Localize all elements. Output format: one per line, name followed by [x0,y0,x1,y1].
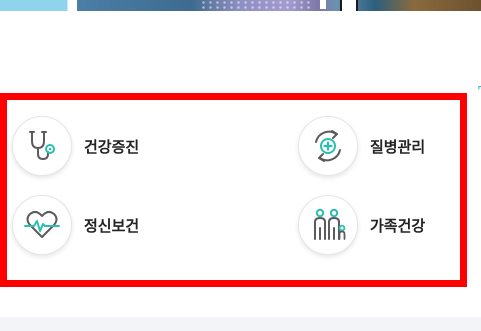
banner-shape [320,0,326,9]
disease-care-icon [298,116,358,176]
family-icon [298,195,358,255]
top-banner-image [0,0,481,11]
service-label: 정신보건 [84,216,140,235]
footer-band [0,317,481,331]
service-menu-panel: 건강증진 질병관리 정신보건 가족건강 [0,93,467,287]
banner-shape [340,0,358,11]
service-label: 건강증진 [84,137,140,156]
service-item-disease-management[interactable]: 질병관리 [298,116,425,176]
service-item-health-promotion[interactable]: 건강증진 [12,116,139,176]
heart-pulse-icon [12,195,72,255]
service-item-family-health[interactable]: 가족건강 [298,195,425,255]
service-label: 질병관리 [370,137,426,156]
edge-indicator: ⌐ [477,80,481,94]
service-item-mental-health[interactable]: 정신보건 [12,195,139,255]
banner-pattern [200,0,310,11]
service-label: 가족건강 [370,216,426,235]
stethoscope-icon [12,116,72,176]
